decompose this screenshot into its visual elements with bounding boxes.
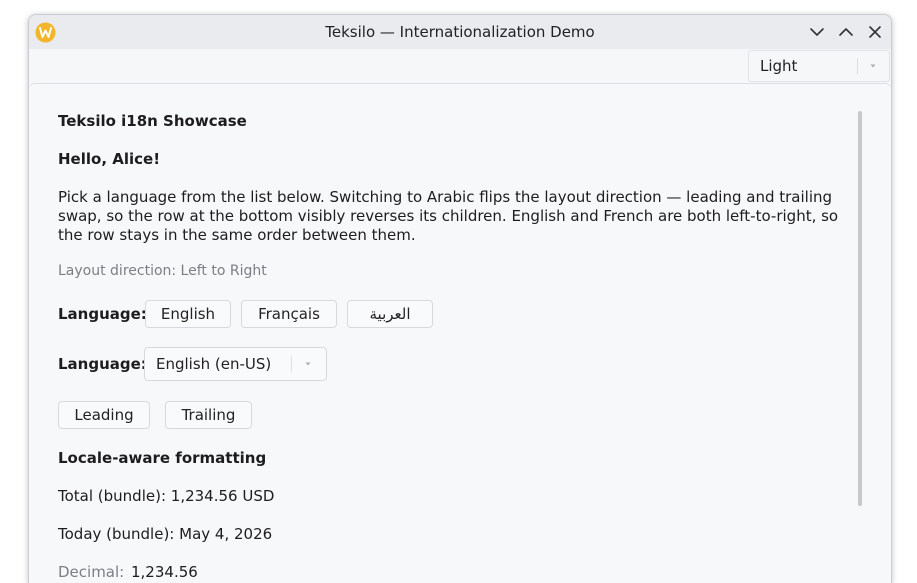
title-bar: Teksilo — Internationalization Demo: [29, 15, 891, 49]
toolbar: Light: [29, 49, 891, 83]
today-bundle-text: Today (bundle): May 4, 2026: [58, 525, 273, 543]
app-window: Teksilo — Internationalization Demo Ligh…: [28, 14, 892, 583]
theme-select[interactable]: Light: [748, 50, 890, 82]
theme-select-value: Light: [760, 57, 798, 75]
dropdown-arrow-icon: [870, 64, 876, 68]
leading-button[interactable]: Leading: [58, 401, 150, 429]
window-title: Teksilo — Internationalization Demo: [325, 23, 595, 41]
close-button[interactable]: [866, 23, 884, 41]
maximize-button[interactable]: [837, 23, 855, 41]
total-bundle-text: Total (bundle): 1,234.56 USD: [58, 487, 275, 505]
trailing-button[interactable]: Trailing: [165, 401, 252, 429]
select-divider: [291, 356, 292, 372]
arabic-button[interactable]: العربية: [347, 300, 433, 328]
showcase-heading: Teksilo i18n Showcase: [58, 112, 247, 130]
language-label: Language:: [58, 305, 147, 323]
description-paragraph: Pick a language from the list below. Swi…: [58, 188, 839, 244]
language-select[interactable]: English (en-US): [144, 347, 327, 381]
french-button[interactable]: Français: [241, 300, 337, 328]
english-button[interactable]: English: [145, 300, 231, 328]
decimal-label: Decimal:: [58, 563, 125, 581]
greeting-text: Hello, Alice!: [58, 150, 161, 168]
close-icon: [869, 26, 881, 38]
select-divider: [857, 58, 858, 74]
decimal-value: 1,234.56: [131, 563, 198, 581]
minimize-button[interactable]: [808, 23, 826, 41]
formatting-heading: Locale-aware formatting: [58, 449, 267, 467]
layout-direction-text: Layout direction: Left to Right: [58, 263, 267, 279]
vertical-scrollbar[interactable]: [858, 111, 862, 506]
chevron-down-icon: [810, 28, 824, 36]
language-select-value: English (en-US): [156, 355, 272, 373]
language-select-label: Language:: [58, 355, 147, 373]
dropdown-arrow-icon: [305, 362, 311, 366]
chevron-up-icon: [839, 28, 853, 36]
